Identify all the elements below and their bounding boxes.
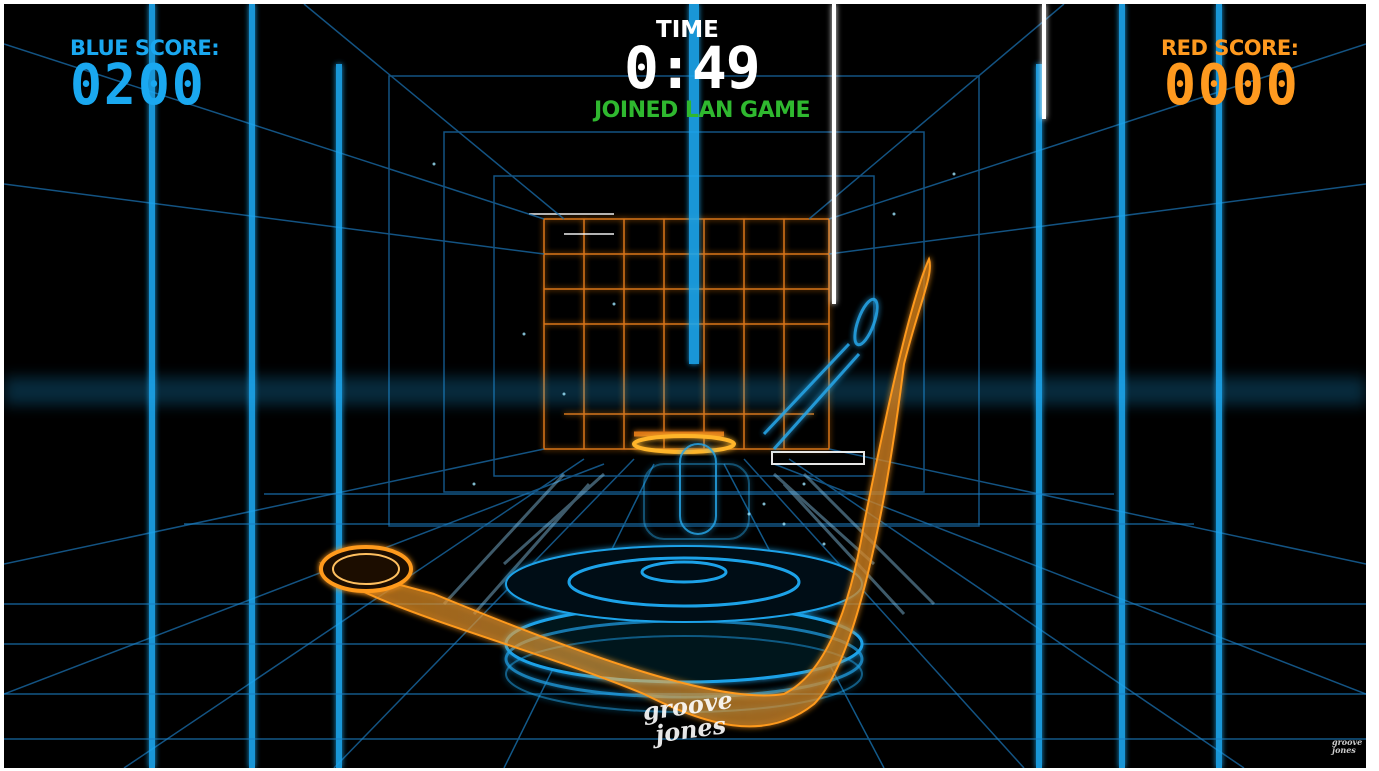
red-score-value: 0000 <box>1164 53 1300 118</box>
game-viewport[interactable]: BLUE SCORE: 0200 TIME 0:49 JOINED LAN GA… <box>4 4 1366 768</box>
time-remaining: 0:49 <box>624 34 761 102</box>
far-room <box>543 218 830 450</box>
status-message: JOINED LAN GAME <box>594 98 811 123</box>
groove-jones-logo: groove jones <box>640 684 735 749</box>
horizon-band <box>4 377 1366 405</box>
blue-score-value: 0200 <box>70 53 206 118</box>
blue-paddle <box>762 297 879 451</box>
groove-jones-corner-logo: groove jones <box>1332 737 1363 755</box>
